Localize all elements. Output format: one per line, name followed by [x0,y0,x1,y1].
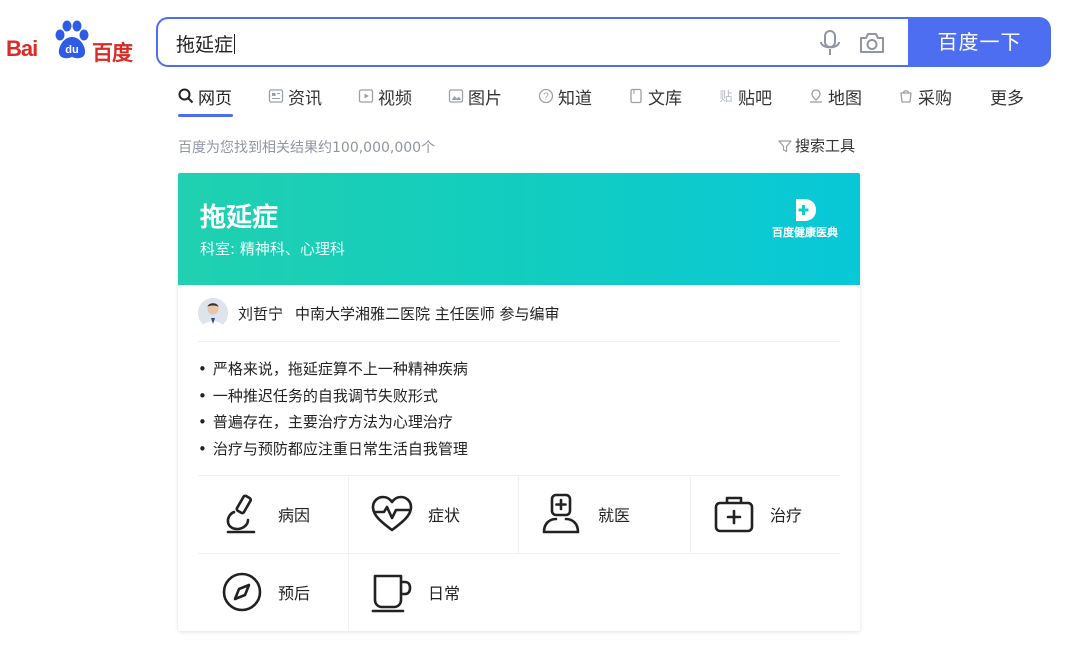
tab-more[interactable]: 更多 [990,84,1024,109]
author-row[interactable]: 刘哲宁 中南大学湘雅二医院 主任医师 参与编审 [198,297,560,329]
tab-label: 地图 [828,88,862,109]
logo-text-bai: Bai [6,36,38,61]
list-item: 普遍存在，主要治疗方法为心理治疗 [198,409,838,436]
brand-text: 百度健康医典 [772,226,838,239]
map-icon [810,89,822,103]
section-grid: 病因 症状 就医 治疗 预后 日常 [198,475,840,631]
cup-icon [371,574,412,613]
avatar[interactable] [198,298,228,328]
tab-web[interactable]: 网页 [178,84,232,109]
search-icon [178,88,194,104]
microscope-icon [226,494,256,534]
tab-label: 更多 [990,88,1024,109]
medical-kit-icon [714,496,754,533]
author-name[interactable]: 刘哲宁 [238,303,283,324]
list-item: 一种推迟任务的自我调节失败形式 [198,383,838,410]
tab-label: 贴吧 [738,88,772,109]
active-tab-indicator [178,114,233,117]
svg-text:贴: 贴 [719,90,732,104]
text-caret [234,34,236,54]
tab-tieba[interactable]: 贴 贴吧 [718,84,772,109]
summary-list: 严格来说，拖延症算不上一种精神疾病 一种推迟任务的自我调节失败形式 普遍存在，主… [198,356,838,462]
section-label: 症状 [428,506,461,525]
doctor-avatar-icon [198,298,228,328]
search-tools-label: 搜索工具 [795,137,856,155]
tab-label: 采购 [918,88,952,109]
section-treatment[interactable]: 治疗 [690,475,860,553]
search-tabs: 网页 资讯 视频 图片 ? 知道 文库 贴 贴吧 地图 采购 更多 [178,84,1038,118]
card-subtitle: 科室: 精神科、心理科 [200,240,345,258]
list-item: 严格来说，拖延症算不上一种精神疾病 [198,356,838,383]
section-symptom[interactable]: 症状 [348,475,518,553]
card-title[interactable]: 拖延症 [200,197,278,234]
shopping-icon [900,90,912,103]
section-seek-care[interactable]: 就医 [518,475,688,553]
paw-text: du [65,44,78,56]
baidu-logo[interactable]: Bai du 百度 [6,18,138,66]
section-prognosis[interactable]: 预后 [198,553,368,631]
health-card: 拖延症 科室: 精神科、心理科 百度健康医典 刘哲宁 中南大学湘雅二医院 主任医… [178,173,860,631]
tab-label: 网页 [198,88,232,109]
compass-icon [222,572,262,612]
tab-label: 文库 [648,88,682,109]
search-input[interactable]: 拖延症 [176,30,236,57]
news-icon [268,89,284,103]
tieba-icon: 贴 [719,90,732,104]
paw-icon: du [55,20,89,59]
document-icon [630,88,642,104]
image-icon [448,89,464,103]
svg-text:?: ? [543,92,549,103]
card-header[interactable]: 拖延症 科室: 精神科、心理科 百度健康医典 [178,173,860,285]
tab-wenku[interactable]: 文库 [628,84,682,109]
section-label: 预后 [278,584,311,603]
search-button[interactable]: 百度一下 [908,17,1051,67]
section-label: 日常 [428,584,461,603]
section-label: 治疗 [770,506,803,525]
author-affiliation: 中南大学湘雅二医院 主任医师 参与编审 [295,304,560,323]
tab-zhidao[interactable]: ? 知道 [538,84,592,109]
divider [198,341,840,342]
result-count: 百度为您找到相关结果约100,000,000个 [178,140,436,156]
logo-text-baidu: 百度 [92,42,133,65]
section-label: 病因 [278,506,311,525]
section-daily[interactable]: 日常 [348,553,518,631]
camera-icon[interactable] [858,31,886,55]
doctor-icon [542,493,580,534]
tab-purchase[interactable]: 采购 [898,84,952,109]
health-plus-icon [796,199,816,221]
tab-news[interactable]: 资讯 [268,84,322,109]
tab-image[interactable]: 图片 [448,84,502,109]
tab-label: 知道 [558,88,592,109]
section-cause[interactable]: 病因 [198,475,368,553]
tab-label: 视频 [378,88,412,109]
microphone-icon[interactable] [818,29,842,57]
video-icon [358,89,374,103]
search-box[interactable]: 拖延症 [156,17,912,67]
section-label: 就医 [598,506,631,525]
tab-label: 图片 [468,88,502,109]
list-item: 治疗与预防都应注重日常生活自我管理 [198,436,838,463]
question-icon: ? [538,88,554,104]
tab-map[interactable]: 地图 [808,84,862,109]
heartbeat-icon [371,495,413,532]
filter-icon [778,139,792,152]
tab-label: 资讯 [288,88,322,109]
search-tools-button[interactable]: 搜索工具 [778,135,855,156]
health-dictionary-logo: 百度健康医典 [770,197,840,241]
tab-video[interactable]: 视频 [358,84,412,109]
